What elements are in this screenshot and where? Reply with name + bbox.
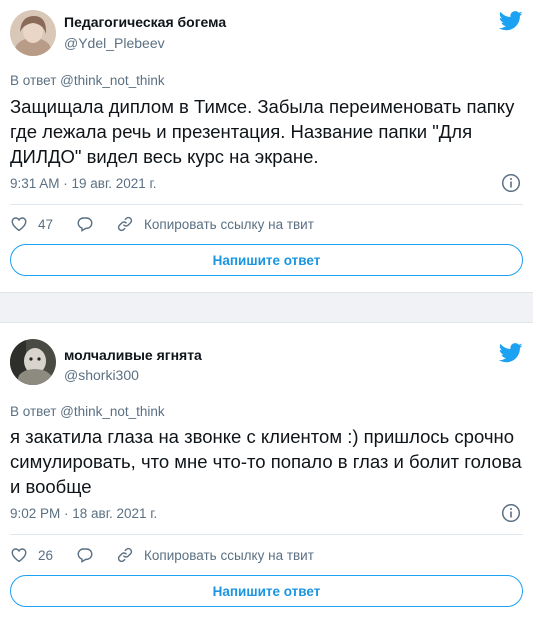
like-button[interactable]: 26 — [10, 546, 53, 564]
avatar[interactable] — [10, 339, 56, 385]
link-icon — [116, 546, 134, 564]
divider — [10, 204, 523, 205]
tweet-text: я закатила глаза на звонке с клиентом :)… — [10, 426, 522, 497]
tweet-text: Защищала диплом в Тимсе. Забыла переимен… — [10, 96, 515, 167]
heart-icon — [10, 215, 28, 233]
divider — [10, 534, 523, 535]
author-handle[interactable]: @shorki300 — [64, 367, 139, 383]
heart-icon — [10, 546, 28, 564]
reply-button[interactable]: Напишите ответ — [10, 244, 523, 276]
author-handle[interactable]: @Ydel_Plebeev — [64, 35, 165, 51]
author-name[interactable]: Педагогическая богема — [64, 14, 226, 30]
speech-bubble-icon — [76, 546, 94, 564]
avatar[interactable] — [10, 10, 56, 56]
tweet-actions: 47 Копировать ссылку на твит — [10, 214, 314, 234]
like-count: 47 — [38, 216, 54, 232]
info-icon[interactable] — [501, 503, 521, 523]
copy-link-button[interactable]: Копировать ссылку на твит — [116, 546, 314, 564]
author-name[interactable]: молчаливые ягнята — [64, 347, 202, 363]
copy-link-label: Копировать ссылку на твит — [144, 216, 314, 232]
reply-to-line: В ответ @think_not_think — [10, 73, 165, 88]
tweet-card: молчаливые ягнята @shorki300 В ответ @th… — [0, 323, 533, 617]
copy-link-button[interactable]: Копировать ссылку на твит — [116, 215, 314, 233]
reply-button[interactable]: Напишите ответ — [10, 575, 523, 607]
copy-link-label: Копировать ссылку на твит — [144, 547, 314, 563]
tweet-actions: 26 Копировать ссылку на твит — [10, 545, 314, 565]
speech-bubble-icon — [76, 215, 94, 233]
twitter-bird-icon[interactable] — [498, 342, 523, 364]
tweet-timestamp[interactable]: 9:02 PM · 18 авг. 2021 г. — [10, 506, 157, 521]
twitter-bird-icon[interactable] — [498, 10, 523, 32]
link-icon — [116, 215, 134, 233]
info-icon[interactable] — [501, 173, 521, 193]
reply-to-line: В ответ @think_not_think — [10, 404, 165, 419]
reply-action[interactable] — [76, 215, 94, 233]
like-count: 26 — [38, 547, 54, 563]
like-button[interactable]: 47 — [10, 215, 53, 233]
tweet-separator — [0, 292, 533, 323]
reply-action[interactable] — [76, 546, 94, 564]
tweet-card: Педагогическая богема @Ydel_Plebeev В от… — [0, 0, 533, 292]
tweet-timestamp[interactable]: 9:31 AM · 19 авг. 2021 г. — [10, 176, 157, 191]
